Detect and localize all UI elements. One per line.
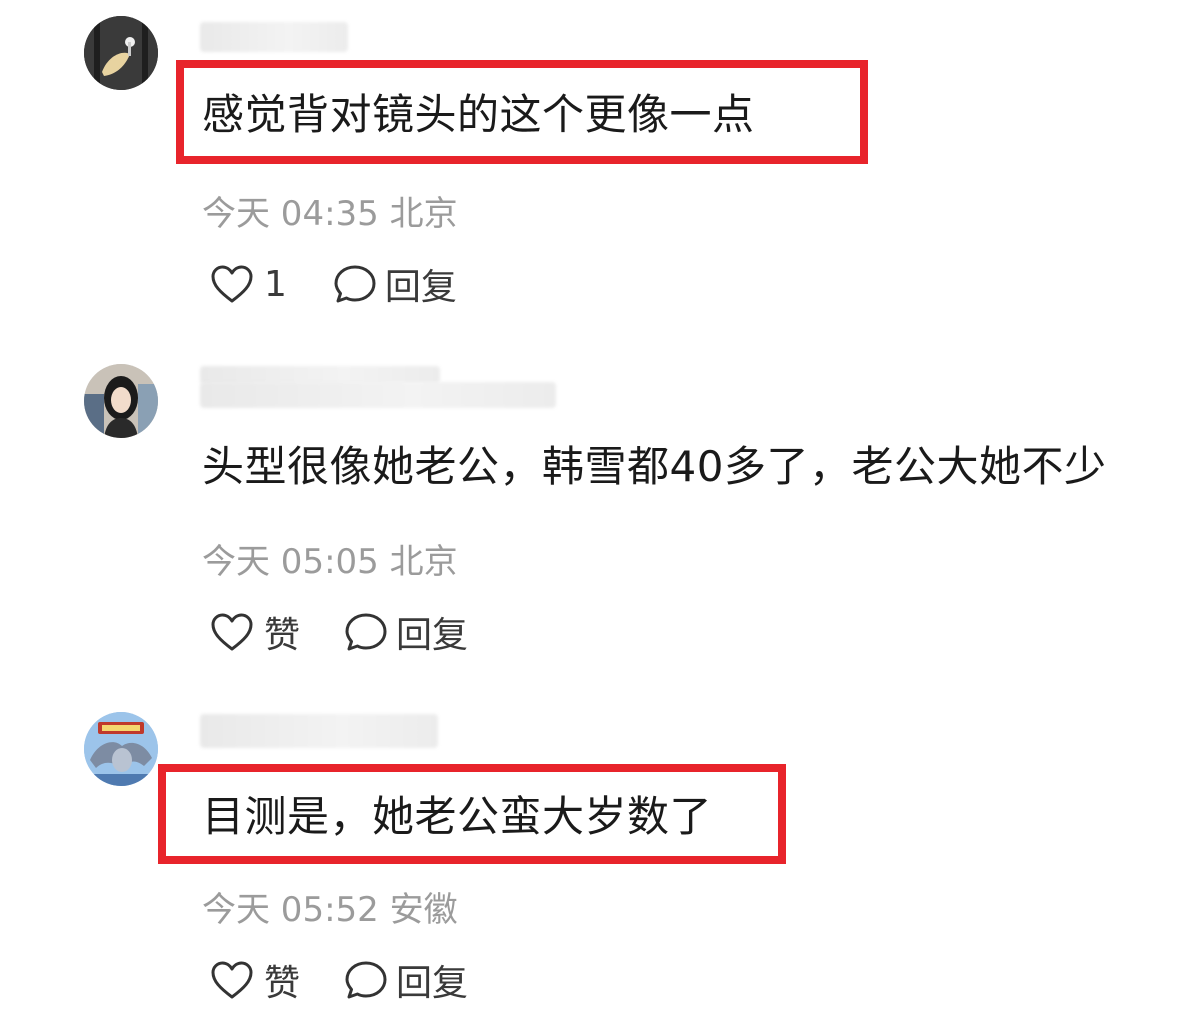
comment-actions: 赞 回复 <box>210 956 468 1004</box>
comment-location: 安徽 <box>389 890 458 930</box>
reply-label: 回复 <box>396 963 469 1004</box>
like-button[interactable]: 赞 <box>210 954 300 1006</box>
speech-bubble-icon <box>345 961 387 999</box>
comment-time: 今天 05:52 <box>202 890 379 930</box>
avatar-image <box>84 712 158 786</box>
comment-item: 目测是，她老公蛮大岁数了 今天 05:52 安徽 赞 回复 <box>0 0 1198 1030</box>
reply-button[interactable]: 回复 <box>344 954 468 1006</box>
comment-text: 目测是，她老公蛮大岁数了 <box>202 792 713 841</box>
username-blurred <box>200 714 438 748</box>
like-label: 赞 <box>264 963 301 1004</box>
heart-outline-icon <box>211 961 253 999</box>
comment-meta: 今天 05:52 安徽 <box>202 882 458 931</box>
avatar[interactable] <box>84 712 158 786</box>
